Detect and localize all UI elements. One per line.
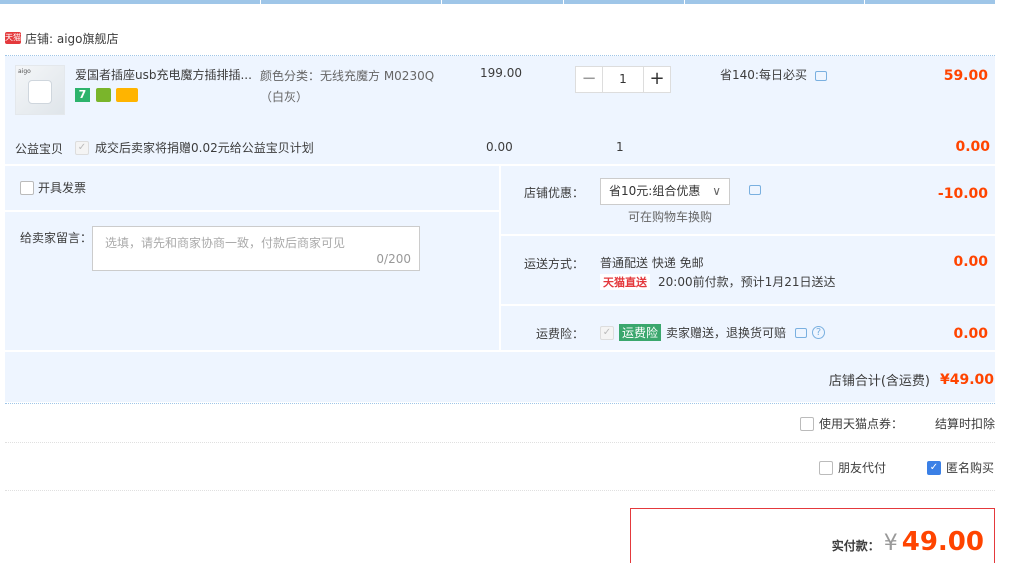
product-thumbnail[interactable]: aigo (15, 65, 65, 115)
increment-button[interactable]: + (643, 66, 671, 93)
charity-label: 公益宝贝 (15, 142, 64, 156)
chat-icon[interactable] (814, 70, 827, 81)
points-note: 结算时扣除 (934, 417, 995, 431)
shop-header: 天猫 店铺: aigo旗舰店 (5, 28, 119, 48)
charity-desc: 成交后卖家将捐赠0.02元给公益宝贝计划 (95, 141, 314, 155)
item-subtotal: 59.00 (943, 68, 988, 84)
points-label: 使用天猫点券： (819, 417, 904, 431)
chevron-down-icon: ∨ (712, 184, 721, 198)
message-placeholder: 选填，请先和商家协商一致，付款后商家可见 (105, 236, 346, 250)
pay-label: 实付款： (831, 539, 880, 553)
pay-total: 实付款： ¥ 49.00 (832, 527, 984, 557)
promo-label: 省140:每日必买 (720, 68, 807, 82)
pay-amount: 49.00 (901, 527, 984, 557)
shop-total: 店铺合计(含运费) ¥49.00 (828, 370, 994, 390)
card-icon (116, 88, 138, 102)
invoice-label: 开具发票 (38, 181, 87, 195)
shipping-label: 运送方式： (524, 257, 585, 271)
anonymous-label: 匿名购买 (946, 461, 995, 475)
divider (5, 442, 995, 443)
help-icon[interactable]: ? (812, 326, 826, 339)
sku-line: （白灰） (260, 90, 309, 104)
divider (5, 490, 995, 491)
insurance-amount: 0.00 (953, 326, 988, 342)
discount-amount: -10.00 (937, 186, 988, 202)
discount-value: 省10元:组合优惠 (609, 184, 701, 198)
invoice-checkbox[interactable] (20, 180, 34, 195)
charity-price: 0.00 (486, 140, 513, 154)
pay-summary: 实付款： ¥ 49.00 (630, 508, 995, 563)
message-label: 给卖家留言： (20, 231, 93, 245)
anonymous-option[interactable]: ✓ 匿名购买 (927, 459, 994, 476)
friend-pay-option[interactable]: 朋友代付 (819, 459, 886, 476)
tmall-direct-badge: 天猫直送 (600, 273, 650, 290)
seven-day-return-icon: 7 (75, 88, 90, 102)
insurance-checkbox[interactable]: ✓ (600, 325, 614, 340)
discount-label: 店铺优惠： (524, 186, 585, 200)
currency-symbol: ¥ (883, 531, 898, 556)
friend-pay-label: 朋友代付 (838, 461, 887, 475)
divider (5, 403, 995, 404)
chat-icon[interactable] (749, 185, 761, 195)
shipping-amount: 0.00 (953, 254, 988, 270)
anonymous-checkbox[interactable]: ✓ (927, 460, 941, 475)
message-textarea[interactable]: 选填，请先和商家协商一致，付款后商家可见 0/200 (92, 226, 420, 271)
tmall-icon: 天猫 (5, 32, 21, 44)
charity-option: ✓ 成交后卖家将捐赠0.02元给公益宝贝计划 (75, 139, 314, 156)
unit-price: 199.00 (480, 66, 522, 80)
shop-name[interactable]: 店铺: aigo旗舰店 (25, 30, 119, 47)
insurance-option: ✓ 运费险 卖家赠送，退换货可赔 ? (600, 324, 826, 341)
shop-total-amount: ¥49.00 (939, 371, 994, 388)
promo-info: 省140:每日必买 (720, 66, 827, 83)
sku-line: 颜色分类：无线充魔方 M0230Q (260, 69, 435, 83)
discount-hint: 可在购物车换购 (628, 210, 713, 224)
insurance-desc: 卖家赠送，退换货可赔 (666, 326, 787, 340)
discount-select[interactable]: 省10元:组合优惠 ∨ (600, 178, 730, 205)
points-option[interactable]: 使用天猫点券： (800, 415, 903, 432)
message-counter: 0/200 (376, 252, 411, 266)
charity-amount: 0.00 (955, 139, 990, 155)
insurance-label: 运费险： (536, 327, 585, 341)
chat-icon[interactable] (795, 327, 808, 338)
shop-total-label: 店铺合计(含运费) (828, 374, 930, 389)
friend-pay-checkbox[interactable] (819, 460, 833, 475)
shipping-method: 普通配送 快递 免邮 (600, 256, 704, 270)
decrement-button[interactable]: − (575, 66, 603, 93)
product-name[interactable]: 爱国者插座usb充电魔方插排插... (75, 66, 255, 83)
quantity-input[interactable]: 1 (603, 66, 643, 93)
shipping-eta: 20:00前付款，预计1月21日送达 (658, 275, 836, 289)
insurance-tag: 运费险 (619, 324, 662, 341)
shipping-eta-row: 天猫直送 20:00前付款，预计1月21日送达 (600, 273, 836, 290)
points-checkbox[interactable] (800, 416, 814, 431)
charity-quantity: 1 (616, 140, 624, 154)
guarantee-icon (96, 88, 111, 102)
sku-info: 颜色分类：无线充魔方 M0230Q （白灰） (260, 66, 434, 108)
quantity-stepper: − 1 + (575, 66, 671, 93)
table-header-bar (0, 0, 995, 4)
invoice-option[interactable]: 开具发票 (20, 179, 86, 196)
charity-checkbox[interactable]: ✓ (75, 140, 89, 155)
